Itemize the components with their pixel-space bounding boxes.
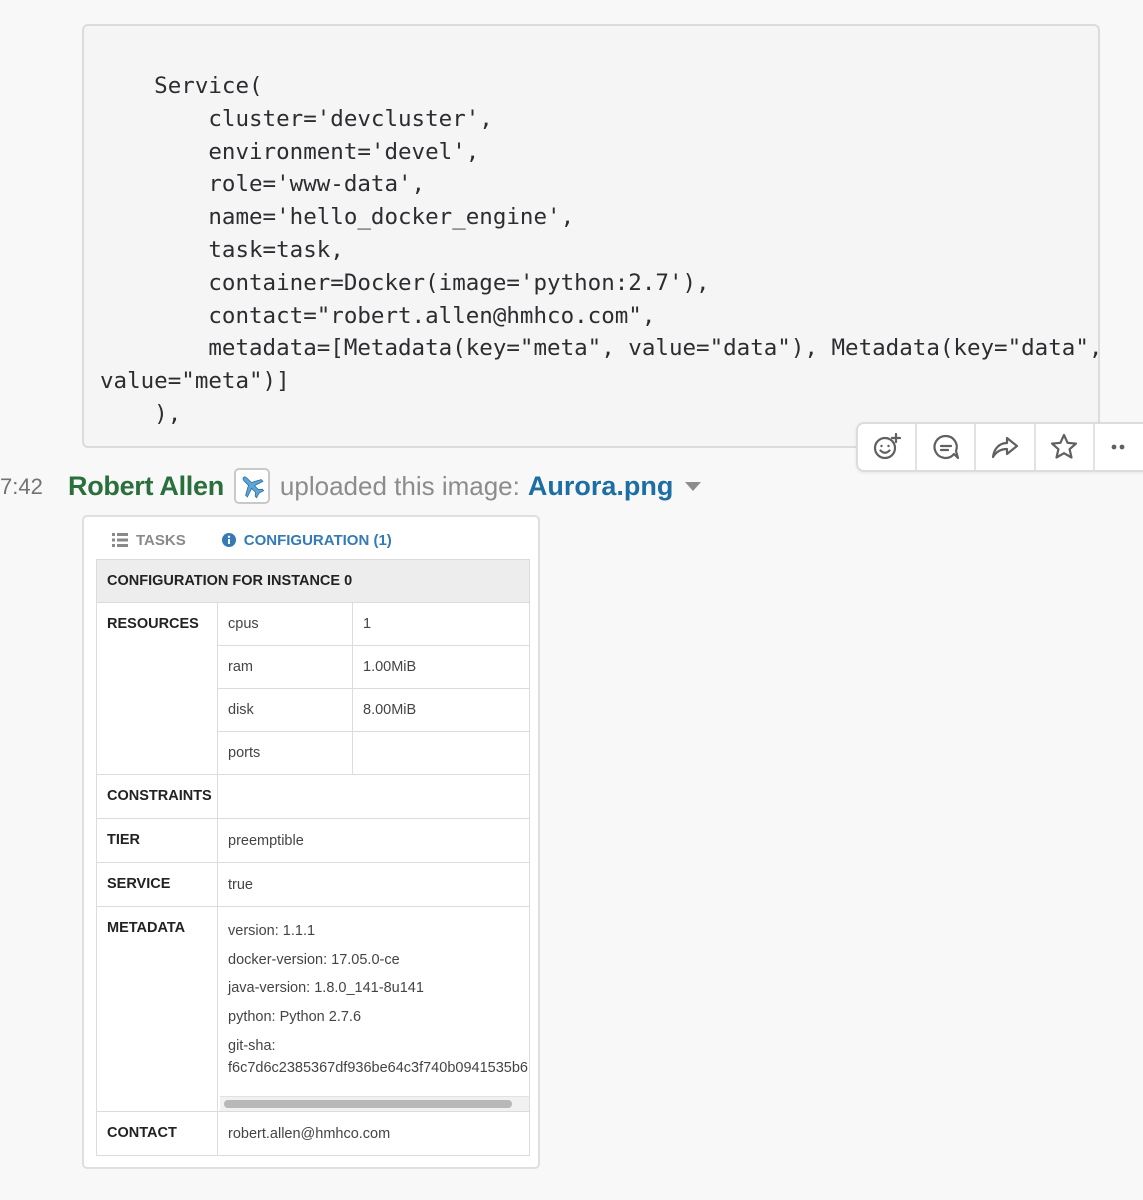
tier-value: preemptible <box>217 818 530 863</box>
file-menu-caret-icon[interactable] <box>685 481 702 491</box>
scrollbar-thumb <box>224 1100 512 1108</box>
table-row: TIER preemptible <box>96 818 530 863</box>
airplane-icon <box>242 476 265 499</box>
share-message-button[interactable] <box>976 424 1036 470</box>
tab-tasks: TASKS <box>112 532 186 549</box>
more-actions-icon <box>1112 444 1125 450</box>
add-reaction-button[interactable] <box>858 424 918 470</box>
more-actions-button[interactable] <box>1095 424 1143 470</box>
git-sha-value: f6c7d6c2385367df936be64c3f740b0941535b6 <box>228 1060 528 1076</box>
message-actions-toolbar <box>856 422 1143 472</box>
message-header: Robert Allen uploaded this image: Aurora… <box>68 466 702 506</box>
star-icon <box>1051 433 1078 459</box>
table-row: CONSTRAINTS <box>96 774 530 819</box>
code-snippet-block: Service( cluster='devcluster', environme… <box>82 24 1103 448</box>
table-row: SERVICE true <box>96 862 530 907</box>
configuration-table-title: CONFIGURATION FOR INSTANCE 0 <box>96 559 530 603</box>
metadata-label: METADATA <box>96 906 218 1112</box>
list-item: git-sha: f6c7d6c2385367df936be64c3f740b0… <box>228 1035 528 1079</box>
resource-row: ram 1.00MiB <box>218 645 529 689</box>
horizontal-scrollbar <box>220 1096 529 1111</box>
table-row: RESOURCES cpus 1 ram 1.00MiB disk 8.00MiB p… <box>96 602 530 775</box>
tab-configuration-label: CONFIGURATION (1) <box>243 531 392 549</box>
git-sha-label: git-sha: <box>228 1038 276 1054</box>
table-row: METADATA version: 1.1.1 docker-version: … <box>96 906 530 1112</box>
tab-configuration: CONFIGURATION (1) <box>221 531 392 549</box>
table-row: CONTACT robert.allen@hmhco.com <box>96 1111 530 1156</box>
file-name-link[interactable]: Aurora.png <box>528 471 674 502</box>
author-name[interactable]: Robert Allen <box>68 471 224 502</box>
message-timestamp[interactable]: 7:42 <box>0 474 43 500</box>
resources-table: cpus 1 ram 1.00MiB disk 8.00MiB ports <box>218 603 529 774</box>
start-thread-icon <box>933 434 959 460</box>
service-value: true <box>217 862 530 907</box>
resource-row: disk 8.00MiB <box>218 688 529 732</box>
upload-description: uploaded this image: <box>279 470 520 501</box>
tier-label: TIER <box>96 818 218 863</box>
list-item: version: 1.1.1 <box>228 923 316 939</box>
tab-tasks-label: TASKS <box>136 531 186 549</box>
uploaded-image[interactable]: TASKS CONFIGURATION (1) CONFIGURATION FO… <box>82 515 540 1169</box>
resource-row: ports <box>218 731 529 774</box>
list-icon <box>112 533 128 547</box>
star-message-button[interactable] <box>1036 424 1095 470</box>
list-item: docker-version: 17.05.0-ce <box>228 951 400 968</box>
image-tabs: TASKS CONFIGURATION (1) <box>112 525 428 555</box>
list-item: java-version: 1.8.0_141-8u141 <box>228 980 424 996</box>
resource-row: cpus 1 <box>218 603 529 646</box>
metadata-list: version: 1.1.1 docker-version: 17.05.0-c… <box>218 907 529 1079</box>
service-label: SERVICE <box>96 862 218 907</box>
constraints-value <box>217 774 530 819</box>
configuration-table: CONFIGURATION FOR INSTANCE 0 RESOURCES c… <box>96 559 530 1156</box>
contact-value: robert.allen@hmhco.com <box>217 1111 530 1156</box>
status-emoji[interactable] <box>233 468 270 504</box>
info-icon <box>221 533 236 547</box>
contact-label: CONTACT <box>96 1111 218 1156</box>
constraints-label: CONSTRAINTS <box>96 774 218 819</box>
start-thread-button[interactable] <box>917 424 977 470</box>
resources-label: RESOURCES <box>96 602 218 775</box>
add-reaction-icon <box>873 432 901 460</box>
share-message-icon <box>991 436 1019 459</box>
list-item: python: Python 2.7.6 <box>228 1008 362 1025</box>
code-snippet-text: Service( cluster='devcluster', environme… <box>100 73 1103 427</box>
